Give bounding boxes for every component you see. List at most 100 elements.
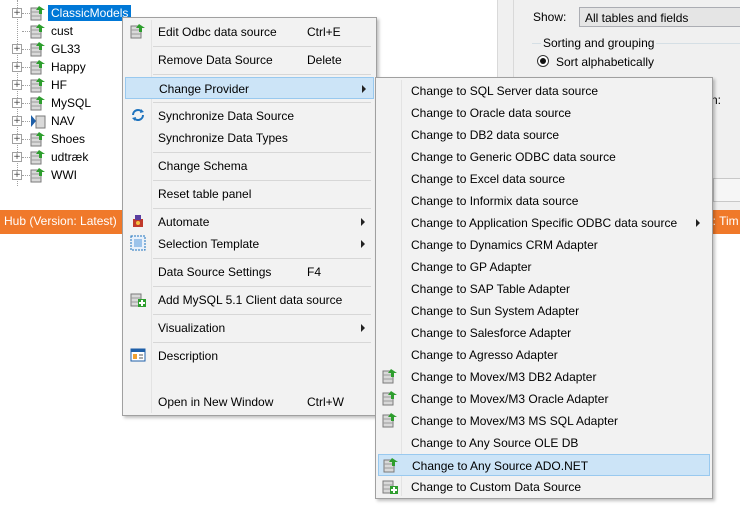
tree-expander[interactable]: + [12, 152, 22, 162]
menu-item-shortcut: Delete [307, 53, 342, 67]
menu-item-label: Add MySQL 5.1 Client data source [158, 293, 343, 307]
tree-expander[interactable]: + [12, 116, 22, 126]
menu-item-add-mysql-5-1-client-data-source[interactable]: Add MySQL 5.1 Client data source [125, 289, 374, 311]
submenu-item-label: Change to Custom Data Source [411, 480, 582, 494]
tree-expander[interactable]: + [12, 80, 22, 90]
tree-item-label[interactable]: MySQL [48, 95, 94, 111]
submenu-item-label: Change to Any Source ADO.NET [412, 459, 589, 473]
submenu-item-change-to-generic-odbc-data-source[interactable]: Change to Generic ODBC data source [378, 146, 710, 168]
tree-expander[interactable]: + [12, 62, 22, 72]
submenu-item-change-to-movex-m3-oracle-adapter[interactable]: Change to Movex/M3 Oracle Adapter [378, 388, 710, 410]
menu-item-change-provider[interactable]: Change Provider [125, 77, 374, 99]
menu-item-label: Change Provider [159, 82, 250, 96]
menu-item-open-in-new-window[interactable]: Open in New Window Ctrl+W [125, 391, 374, 413]
automate-icon [130, 213, 146, 229]
custom-source-icon [382, 478, 398, 494]
submenu-arrow-icon [361, 240, 365, 248]
menu-item-data-source-settings[interactable]: Data Source Settings F4 [125, 261, 374, 283]
tree-connector [22, 139, 30, 140]
tree-connector [22, 121, 30, 122]
menu-item-change-schema[interactable]: Change Schema [125, 155, 374, 177]
tree-item-label[interactable]: cust [48, 23, 76, 39]
submenu-item-label: Change to GP Adapter [411, 260, 532, 274]
tree-connector [22, 157, 30, 158]
submenu-item-change-to-db2-data-source[interactable]: Change to DB2 data source [378, 124, 710, 146]
submenu-item-change-to-movex-m3-db2-adapter[interactable]: Change to Movex/M3 DB2 Adapter [378, 366, 710, 388]
submenu-item-label: Change to Dynamics CRM Adapter [411, 238, 598, 252]
menu-item-visualization[interactable]: Visualization [125, 317, 374, 339]
tree-expander[interactable]: + [12, 98, 22, 108]
tree-item-label[interactable]: HF [48, 77, 70, 93]
menu-separator [153, 74, 371, 75]
selection-template-icon [130, 235, 146, 251]
sync-icon [130, 107, 146, 123]
submenu-item-change-to-salesforce-adapter[interactable]: Change to Salesforce Adapter [378, 322, 710, 344]
menu-separator [153, 258, 371, 259]
submenu-item-change-to-agresso-adapter[interactable]: Change to Agresso Adapter [378, 344, 710, 366]
submenu-item-label: Change to Movex/M3 Oracle Adapter [411, 392, 609, 406]
menu-item-synchronize-data-types[interactable]: Synchronize Data Types [125, 127, 374, 149]
tree-item-label[interactable]: Happy [48, 59, 89, 75]
tree-item-label[interactable]: udtræk [48, 149, 91, 165]
menu-item-label: Visualization [158, 321, 226, 335]
tree-connector [22, 13, 30, 14]
submenu-item-label: Change to Any Source OLE DB [411, 436, 579, 450]
tree-connector [22, 31, 30, 32]
tree-connector [22, 49, 30, 50]
menu-item-edit-odbc-data-source[interactable]: Edit Odbc data source Ctrl+E [125, 21, 374, 43]
submenu-item-change-to-informix-data-source[interactable]: Change to Informix data source [378, 190, 710, 212]
tree-item-label[interactable]: WWI [48, 167, 80, 183]
submenu-item-label: Change to SAP Table Adapter [411, 282, 571, 296]
menu-item-description[interactable]: Description [125, 345, 374, 367]
submenu-item-change-to-dynamics-crm-adapter[interactable]: Change to Dynamics CRM Adapter [378, 234, 710, 256]
tree-item-label[interactable]: GL33 [48, 41, 83, 57]
tree-expander[interactable]: + [12, 44, 22, 54]
menu-item-label: Change Schema [158, 159, 248, 173]
submenu-item-change-to-application-specific-odbc-data-source[interactable]: Change to Application Specific ODBC data… [378, 212, 710, 234]
menu-item-reset-table-panel[interactable]: Reset table panel [125, 183, 374, 205]
menu-separator [153, 152, 371, 153]
database-icon [30, 41, 45, 57]
submenu-item-change-to-movex-m3-ms-sql-adapter[interactable]: Change to Movex/M3 MS SQL Adapter [378, 410, 710, 432]
submenu-item-change-to-gp-adapter[interactable]: Change to GP Adapter [378, 256, 710, 278]
submenu-item-change-to-excel-data-source[interactable]: Change to Excel data source [378, 168, 710, 190]
tree-expander[interactable]: + [12, 134, 22, 144]
tree-expander[interactable]: + [12, 8, 22, 18]
show-select[interactable]: All tables and fields [579, 7, 740, 27]
submenu-item-change-to-any-source-ado-net[interactable]: Change to Any Source ADO.NET [378, 454, 710, 476]
movex-db-icon [382, 368, 398, 384]
sort-alphabetically-label[interactable]: Sort alphabetically [556, 55, 654, 69]
submenu-arrow-icon [361, 324, 365, 332]
tree-expander[interactable]: + [12, 170, 22, 180]
submenu-item-change-to-sql-server-data-source[interactable]: Change to SQL Server data source [378, 80, 710, 102]
database-icon [30, 167, 45, 183]
submenu-item-change-to-any-source-ole-db[interactable]: Change to Any Source OLE DB [378, 432, 710, 454]
tree-item-label[interactable]: NAV [48, 113, 78, 129]
tree-item-label[interactable]: Shoes [48, 131, 88, 147]
menu-item-selection-template[interactable]: Selection Template [125, 233, 374, 255]
menu-separator [153, 314, 371, 315]
menu-item-remove-data-source[interactable]: Remove Data Source Delete [125, 49, 374, 71]
right-panel-control[interactable] [713, 178, 740, 202]
menu-item-label: Automate [158, 215, 210, 229]
tree-item-label[interactable]: ClassicModels [48, 5, 132, 21]
menu-item-automate[interactable]: Automate [125, 211, 374, 233]
submenu-item-label: Change to Movex/M3 DB2 Adapter [411, 370, 597, 384]
submenu-item-change-to-oracle-data-source[interactable]: Change to Oracle data source [378, 102, 710, 124]
menu-item-label: Description [158, 349, 219, 363]
database-icon [30, 23, 45, 39]
datasource-context-menu: Edit Odbc data source Ctrl+E Remove Data S… [122, 17, 377, 416]
database-icon [30, 131, 45, 147]
tree-connector [22, 103, 30, 104]
menu-item-synchronize-data-source[interactable]: Synchronize Data Source [125, 105, 374, 127]
submenu-item-label: Change to DB2 data source [411, 128, 560, 142]
database-icon [30, 5, 45, 21]
sort-alphabetically-radio[interactable] [537, 55, 549, 67]
submenu-item-change-to-sap-table-adapter[interactable]: Change to SAP Table Adapter [378, 278, 710, 300]
menu-item-label: Selection Template [158, 237, 260, 251]
submenu-item-change-to-sun-system-adapter[interactable]: Change to Sun System Adapter [378, 300, 710, 322]
menu-separator [153, 286, 371, 287]
menu-item-label: Open in New Window [158, 395, 274, 409]
submenu-item-label: Change to Oracle data source [411, 106, 572, 120]
submenu-item-change-to-custom-data-source[interactable]: Change to Custom Data Source [378, 476, 710, 498]
